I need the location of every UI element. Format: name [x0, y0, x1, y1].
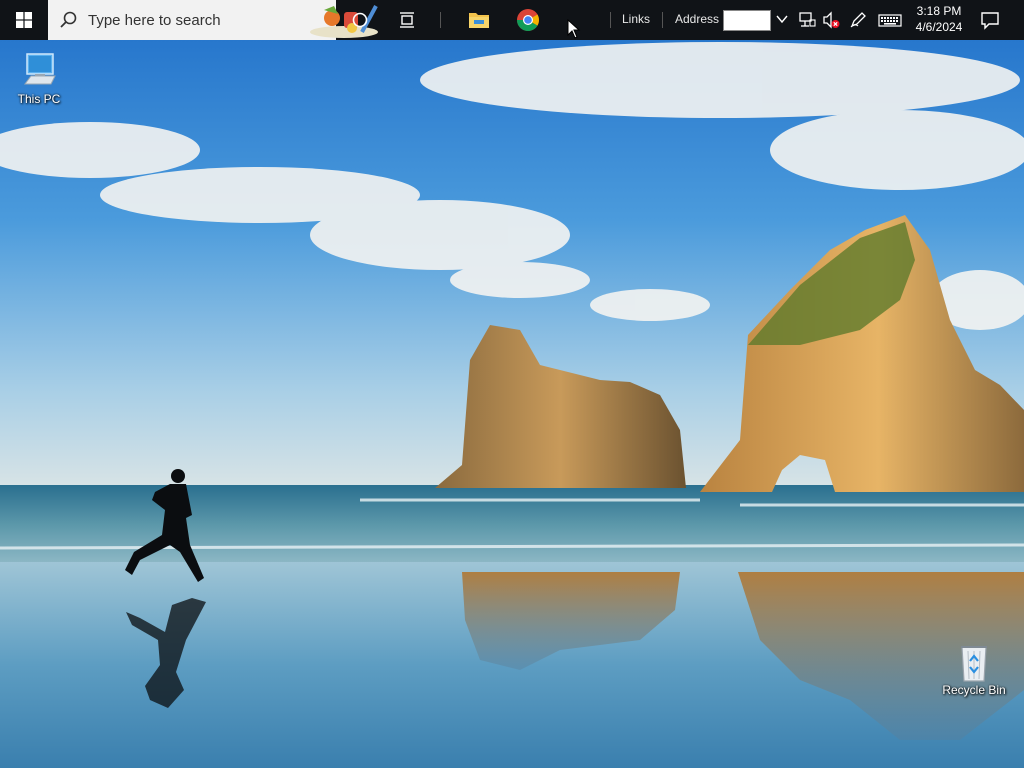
chrome-icon: [517, 9, 539, 31]
cortana-circle-icon: [352, 12, 368, 28]
network-icon[interactable]: [798, 11, 816, 29]
system-clock[interactable]: 3:18 PM 4/6/2024: [908, 3, 970, 35]
start-button[interactable]: [0, 0, 48, 40]
desktop-icon-label: This PC: [17, 92, 61, 106]
mouse-cursor-icon: [567, 19, 581, 39]
volume-muted-icon[interactable]: [822, 11, 840, 29]
taskbar-divider: [610, 12, 611, 28]
desktop-icon-label: Recycle Bin: [942, 683, 1006, 697]
task-view-icon: [400, 12, 414, 28]
search-placeholder: Type here to search: [88, 12, 221, 29]
taskbar-app-file-explorer[interactable]: [462, 0, 496, 40]
address-input[interactable]: [723, 10, 771, 31]
desktop-icon-recycle-bin[interactable]: Recycle Bin: [938, 641, 1010, 697]
taskbar: Type here to search Links Address 3:18 P…: [0, 0, 1024, 40]
taskbar-divider: [440, 12, 441, 28]
windows-logo-icon: [16, 12, 32, 28]
computer-icon: [19, 50, 59, 90]
search-box[interactable]: Type here to search: [48, 0, 378, 40]
keyboard-icon[interactable]: [878, 11, 902, 29]
taskbar-app-chrome[interactable]: [510, 0, 546, 40]
folder-icon: [469, 13, 489, 28]
taskbar-divider: [662, 12, 663, 28]
pen-icon[interactable]: [849, 11, 867, 29]
desktop-wallpaper: [0, 0, 1024, 768]
desktop-icon-this-pc[interactable]: This PC: [3, 50, 75, 106]
clock-time: 3:18 PM: [916, 4, 962, 18]
address-toolbar-label: Address: [675, 12, 720, 26]
search-icon: [60, 11, 77, 28]
task-view-button[interactable]: [389, 0, 425, 40]
action-center-icon[interactable]: [980, 10, 1000, 30]
chevron-down-icon[interactable]: [775, 12, 789, 26]
recycle-bin-icon: [954, 641, 994, 682]
links-toolbar-label[interactable]: Links: [622, 12, 650, 26]
cortana-button[interactable]: [342, 0, 378, 40]
clock-date: 4/6/2024: [915, 20, 963, 34]
